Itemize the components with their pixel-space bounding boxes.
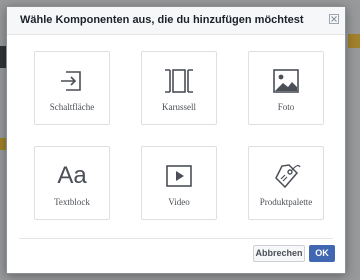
cancel-button[interactable]: Abbrechen [253, 245, 305, 262]
photo-icon [269, 66, 303, 96]
dialog-title: Wähle Komponenten aus, die du hinzufügen… [20, 14, 304, 26]
component-label: Karussell [162, 102, 196, 112]
component-tile-schaltflaeche[interactable]: Schaltfläche [34, 51, 110, 125]
component-tile-produktpalette[interactable]: Produktpalette [248, 146, 324, 220]
product-tag-icon [269, 161, 303, 191]
close-button[interactable] [329, 14, 339, 24]
component-picker-dialog: Wähle Komponenten aus, die du hinzufügen… [6, 6, 346, 274]
video-play-icon [162, 161, 196, 191]
component-label: Foto [277, 102, 295, 112]
ok-button[interactable]: OK [309, 245, 335, 262]
component-tile-video[interactable]: Video [141, 146, 217, 220]
component-label: Video [168, 197, 190, 207]
component-label: Textblock [54, 197, 90, 207]
carousel-icon [162, 66, 196, 96]
component-tile-karussell[interactable]: Karussell [141, 51, 217, 125]
component-tile-foto[interactable]: Foto [248, 51, 324, 125]
component-label: Produktpalette [259, 197, 313, 207]
close-icon [331, 16, 337, 22]
component-grid: Schaltfläche Karussell Foto Aa Textblock… [7, 35, 345, 235]
button-arrow-icon [55, 66, 89, 96]
dialog-header: Wähle Komponenten aus, die du hinzufügen… [7, 7, 345, 35]
text-aa-icon: Aa [57, 162, 87, 189]
component-tile-textblock[interactable]: Aa Textblock [34, 146, 110, 220]
component-label: Schaltfläche [49, 102, 95, 112]
footer-divider [19, 238, 333, 239]
